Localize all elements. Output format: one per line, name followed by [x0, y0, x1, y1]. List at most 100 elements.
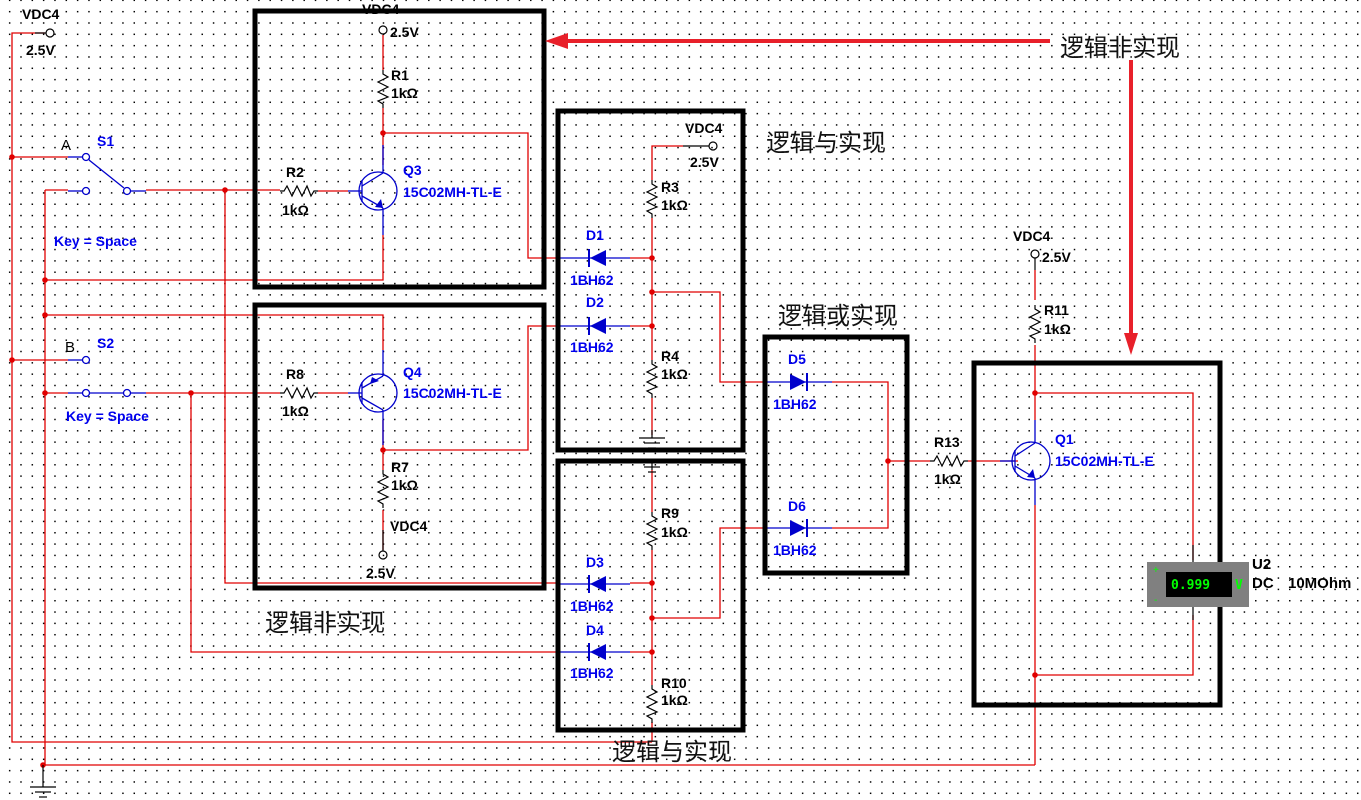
and-gate-box-bottom [555, 458, 746, 733]
meter-impedance: 10MOhm [1288, 575, 1351, 592]
switch-s2-ref: S2 [97, 335, 114, 351]
resistor-r13[interactable]: R13 1kΩ [929, 434, 969, 487]
diode-d3[interactable]: D3 1BH62 [560, 554, 630, 614]
meter-reading: 0.999 [1171, 578, 1210, 593]
switch-s2-key: Key = Space [66, 408, 149, 424]
transistor-q3[interactable]: Q3 15C02MH-TL-E [348, 145, 502, 235]
voltmeter-u2[interactable]: + - 0.999 V U2 DC 10MOhm [1147, 545, 1351, 620]
vdc-q1-name: VDC4 [1013, 228, 1051, 244]
or-gate-box [762, 334, 910, 576]
resistor-r1[interactable]: R1 1kΩ [377, 67, 418, 109]
r3-value: 1kΩ [661, 197, 688, 213]
q4-model: 15C02MH-TL-E [403, 385, 502, 401]
resistor-r10[interactable]: R10 1kΩ [646, 675, 688, 724]
switch-s1-key: Key = Space [54, 233, 137, 249]
r1-ref: R1 [391, 67, 409, 83]
d5-ref: D5 [788, 351, 806, 367]
r10-ref: R10 [661, 675, 687, 691]
r9-ref: R9 [661, 505, 679, 521]
r10-value: 1kΩ [661, 692, 688, 708]
d2-ref: D2 [586, 294, 604, 310]
diode-d6[interactable]: D6 1BH62 [765, 498, 832, 558]
diode-d4[interactable]: D4 1BH62 [560, 622, 630, 681]
switch-s1-ref: S1 [97, 133, 114, 149]
meter-mode: DC [1252, 575, 1274, 592]
vdc-q4-name: VDC4 [390, 518, 428, 534]
d1-model: 1BH62 [570, 272, 614, 288]
r2-ref: R2 [286, 164, 304, 180]
r7-ref: R7 [391, 459, 409, 475]
r13-value: 1kΩ [934, 471, 961, 487]
output-not-box [971, 360, 1223, 708]
resistor-r7[interactable]: R7 1kΩ [377, 459, 418, 509]
q3-model: 15C02MH-TL-E [403, 184, 502, 200]
switch-s1-input-label: A [61, 137, 71, 154]
q4-ref: Q4 [403, 364, 422, 380]
resistor-r8[interactable]: R8 1kΩ [279, 366, 348, 419]
vdc-source-and1[interactable]: VDC4 2.5V [683, 120, 723, 170]
arrow-head-down [1124, 333, 1138, 355]
r4-value: 1kΩ [661, 366, 688, 382]
r4-ref: R4 [661, 348, 679, 364]
d1-ref: D1 [586, 227, 604, 243]
r2-value: 1kΩ [282, 202, 309, 218]
resistor-r11[interactable]: R11 1kΩ [1029, 302, 1071, 344]
q1-ref: Q1 [1055, 431, 1074, 447]
label-and-gate-top: 逻辑与实现 [766, 129, 886, 157]
vdc-source-q3[interactable]: VDC4 2.5V [362, 1, 419, 40]
r1-value: 1kΩ [391, 85, 418, 101]
meter-minus: - [1154, 595, 1157, 606]
diode-d1[interactable]: D1 1BH62 [560, 227, 630, 288]
r13-ref: R13 [934, 434, 960, 450]
q3-ref: Q3 [403, 162, 422, 178]
vdc-q1-value: 2.5V [1042, 249, 1071, 265]
group-boxes [252, 8, 1223, 733]
transistor-q1[interactable]: Q1 15C02MH-TL-E [1000, 420, 1154, 505]
r11-value: 1kΩ [1044, 321, 1071, 337]
label-or-gate: 逻辑或实现 [778, 302, 898, 330]
d3-ref: D3 [586, 554, 604, 570]
d6-model: 1BH62 [773, 542, 817, 558]
resistor-r9[interactable]: R9 1kΩ [646, 505, 688, 551]
schematic: VDC4 2.5V VDC4 2.5V VDC4 2.5V VDC4 2.5V … [9, 1, 1351, 798]
ground-symbol [638, 430, 666, 449]
vdc-left-value: 2.5V [26, 42, 55, 58]
ground-symbol [29, 765, 57, 798]
diode-d5[interactable]: D5 1BH62 [765, 351, 832, 412]
vdc-source-q4[interactable]: VDC4 2.5V [366, 518, 428, 581]
vdc-and1-value: 2.5V [690, 154, 719, 170]
resistor-r4[interactable]: R4 1kΩ [646, 348, 688, 399]
q1-model: 15C02MH-TL-E [1055, 453, 1154, 469]
resistor-r2[interactable]: R2 1kΩ [279, 164, 348, 218]
r3-ref: R3 [661, 179, 679, 195]
r8-ref: R8 [286, 366, 304, 382]
d6-ref: D6 [788, 498, 806, 514]
vdc-source-q1[interactable]: VDC4 2.5V [1013, 228, 1071, 270]
r7-value: 1kΩ [391, 477, 418, 493]
vdc-left-name: VDC4 [22, 6, 60, 22]
arrow-head-left [545, 33, 568, 49]
r9-value: 1kΩ [661, 524, 688, 540]
transistor-q4[interactable]: Q4 15C02MH-TL-E [348, 350, 502, 445]
meter-overlay [1217, 562, 1223, 607]
d4-ref: D4 [586, 622, 604, 638]
r8-value: 1kΩ [282, 403, 309, 419]
label-not-gate-bottom: 逻辑非实现 [265, 609, 385, 637]
not-gate-box-top [252, 8, 547, 290]
resistor-r3[interactable]: R3 1kΩ [646, 179, 688, 219]
vdc-q4-value: 2.5V [366, 565, 395, 581]
d4-model: 1BH62 [570, 665, 614, 681]
d2-model: 1BH62 [570, 339, 614, 355]
meter-unit: V [1235, 578, 1243, 593]
label-not-gate-top: 逻辑非实现 [1060, 34, 1180, 62]
not-gate-box-bottom [252, 302, 547, 591]
switch-s2[interactable]: B S2 Key = Space [65, 335, 149, 424]
meter-ref: U2 [1252, 556, 1271, 573]
vdc-q3-value: 2.5V [390, 24, 419, 40]
vdc-source-left[interactable]: VDC4 2.5V [22, 6, 60, 58]
label-and-gate-bottom: 逻辑与实现 [612, 738, 732, 766]
switch-s1[interactable]: A S1 Key = Space [54, 133, 146, 249]
d5-model: 1BH62 [773, 396, 817, 412]
vdc-and1-name: VDC4 [685, 120, 723, 136]
diode-d2[interactable]: D2 1BH62 [560, 294, 630, 355]
